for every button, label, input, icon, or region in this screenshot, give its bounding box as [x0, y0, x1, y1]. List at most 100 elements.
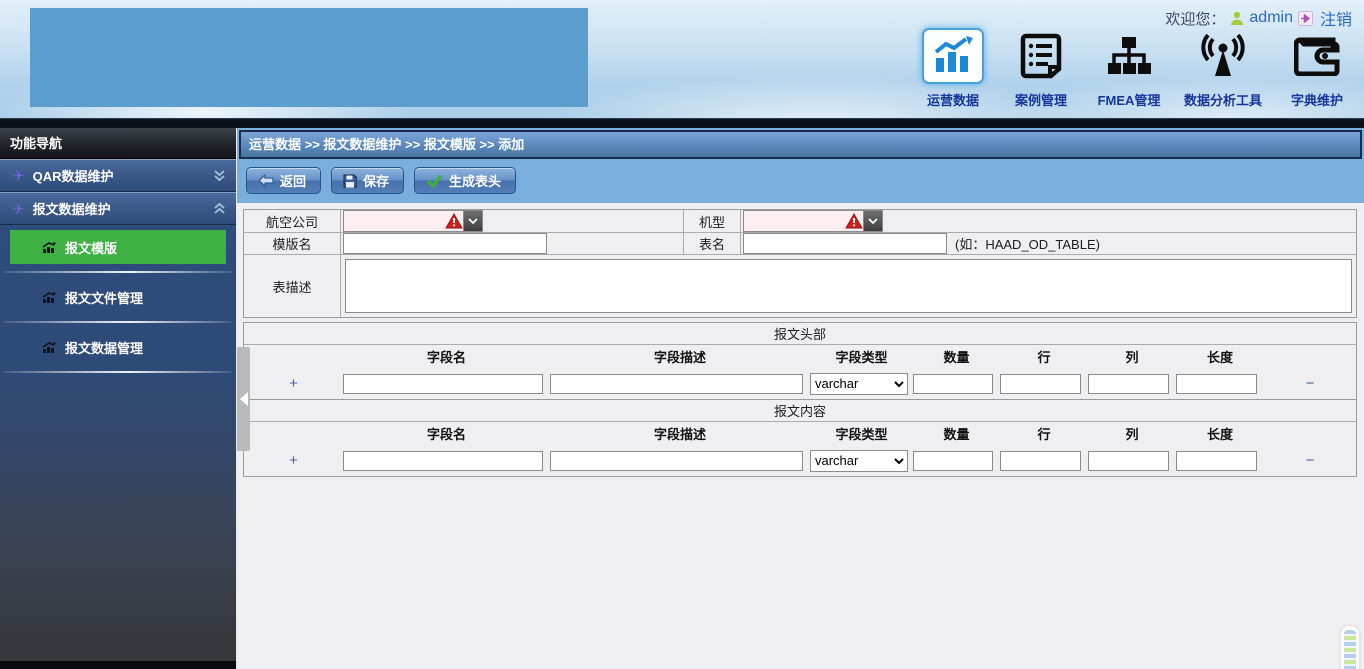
- save-button[interactable]: 保存: [331, 167, 404, 194]
- main-area: 运营数据 >> 报文数据维护 >> 报文模版 >> 添加 返回 保存: [237, 128, 1364, 669]
- save-button-label: 保存: [363, 171, 389, 190]
- sidebar-collapse-handle[interactable]: [237, 347, 250, 451]
- section-column-headers: 字段名 字段描述 字段类型 数量 行 列 长度: [244, 345, 1356, 368]
- page: 欢迎您： admin 注销: [0, 0, 1364, 669]
- col-field-type: 字段类型: [810, 345, 913, 368]
- field-name-input[interactable]: [343, 374, 543, 394]
- header-divider-strip: [0, 118, 1364, 128]
- logout-icon[interactable]: [1298, 11, 1313, 26]
- sidebar-bottom-strip: [0, 661, 236, 669]
- col-field-description: 字段描述: [550, 345, 810, 368]
- nav-data-analysis-tools[interactable]: 数据分析工具: [1184, 28, 1262, 109]
- mini-chart-icon: [42, 291, 56, 303]
- spacer: [244, 345, 343, 368]
- sidebar: 功能导航 ✈ QAR数据维护 ✈ 报文数据维护: [0, 128, 237, 669]
- airline-field-cell: [341, 210, 684, 233]
- collapse-left-arrow-icon: [240, 392, 248, 406]
- length-input[interactable]: [1176, 451, 1257, 471]
- quantity-input[interactable]: [913, 451, 993, 471]
- col-quantity: 数量: [913, 422, 1000, 445]
- welcome-label: 欢迎您：: [1165, 8, 1225, 29]
- aircraft-type-label: 机型: [684, 210, 741, 233]
- header: 欢迎您： admin 注销: [0, 0, 1364, 118]
- dropdown-arrow-icon[interactable]: [463, 211, 482, 231]
- save-floppy-icon: [343, 174, 357, 188]
- nav-label: 数据分析工具: [1184, 90, 1262, 109]
- submenu-divider: [4, 271, 232, 273]
- sidebar-group-qar[interactable]: ✈ QAR数据维护: [0, 159, 236, 192]
- col-field-name: 字段名: [343, 422, 550, 445]
- remove-row-button[interactable]: −: [1264, 375, 1356, 392]
- aircraft-type-field-cell: [741, 210, 1356, 233]
- section-column-headers: 字段名 字段描述 字段类型 数量 行 列 长度: [244, 422, 1356, 445]
- field-name-input[interactable]: [343, 451, 543, 471]
- add-row-button[interactable]: +: [244, 375, 343, 392]
- sidebar-item-label: 报文数据管理: [65, 338, 143, 357]
- sidebar-item-label: 报文模版: [65, 238, 117, 257]
- col-column: 列: [1088, 422, 1176, 445]
- field-type-select[interactable]: varchar: [810, 450, 908, 472]
- quantity-input[interactable]: [913, 374, 993, 394]
- template-name-field-cell: [341, 233, 684, 255]
- field-description-input[interactable]: [550, 374, 803, 394]
- app-icon-strip: 运营数据 案例管理: [920, 28, 1350, 109]
- col-row: 行: [1000, 345, 1088, 368]
- message-content-section: 报文内容 字段名 字段描述 字段类型 数量 行 列 长度 +: [243, 400, 1357, 477]
- airplane-icon: ✈: [12, 167, 25, 185]
- sidebar-item-message-data-management[interactable]: 报文数据管理: [0, 330, 236, 364]
- col-column: 列: [1088, 345, 1176, 368]
- warning-triangle-icon: [445, 213, 463, 229]
- template-name-input[interactable]: [343, 233, 547, 254]
- field-row: + varchar −: [244, 445, 1356, 476]
- col-length: 长度: [1176, 345, 1264, 368]
- field-description-input[interactable]: [550, 451, 803, 471]
- airline-select[interactable]: [343, 210, 483, 232]
- nav-dictionary-maintenance[interactable]: 字典维护: [1284, 28, 1350, 109]
- scroll-indicator[interactable]: [1339, 624, 1361, 669]
- row-input[interactable]: [1000, 451, 1081, 471]
- section-title: 报文内容: [244, 400, 1356, 422]
- sidebar-group-message-data[interactable]: ✈ 报文数据维护: [0, 192, 236, 225]
- chevron-double-up-icon: [213, 202, 226, 215]
- generate-header-button-label: 生成表头: [449, 171, 501, 190]
- dropdown-arrow-icon[interactable]: [863, 211, 882, 231]
- remove-row-button[interactable]: −: [1264, 452, 1356, 469]
- logo-placeholder: [30, 8, 588, 107]
- hierarchy-icon: [1106, 28, 1152, 84]
- column-input[interactable]: [1088, 374, 1169, 394]
- airline-label: 航空公司: [244, 210, 341, 233]
- sidebar-item-message-template[interactable]: 报文模版: [10, 230, 226, 264]
- field-type-select[interactable]: varchar: [810, 373, 908, 395]
- section-title: 报文头部: [244, 323, 1356, 345]
- checkmark-icon: [426, 174, 443, 188]
- chevron-double-down-icon: [213, 169, 226, 182]
- back-button[interactable]: 返回: [246, 167, 321, 194]
- table-name-hint: (如：HAAD_OD_TABLE): [955, 234, 1100, 253]
- table-name-field-cell: (如：HAAD_OD_TABLE): [741, 233, 1356, 255]
- wallet-icon: [1294, 28, 1340, 84]
- breadcrumb: 运营数据 >> 报文数据维护 >> 报文模版 >> 添加: [239, 130, 1362, 159]
- message-header-section: 报文头部 字段名 字段描述 字段类型 数量 行 列 长度 +: [243, 322, 1357, 400]
- airplane-icon: ✈: [12, 200, 25, 218]
- length-input[interactable]: [1176, 374, 1257, 394]
- submenu-divider: [4, 321, 232, 323]
- table-description-textarea[interactable]: [345, 259, 1352, 313]
- col-row: 行: [1000, 422, 1088, 445]
- nav-operations-data[interactable]: 运营数据: [920, 28, 986, 109]
- add-row-button[interactable]: +: [244, 452, 343, 469]
- col-length: 长度: [1176, 422, 1264, 445]
- sidebar-item-label: 报文文件管理: [65, 288, 143, 307]
- aircraft-type-select[interactable]: [743, 210, 883, 232]
- sidebar-item-message-file-management[interactable]: 报文文件管理: [0, 280, 236, 314]
- mini-chart-icon: [42, 341, 56, 353]
- row-input[interactable]: [1000, 374, 1081, 394]
- nav-fmea-management[interactable]: FMEA管理: [1096, 28, 1162, 109]
- nav-case-management[interactable]: 案例管理: [1008, 28, 1074, 109]
- mini-chart-icon: [42, 241, 56, 253]
- toolbar: 返回 保存 生成表头: [239, 159, 1362, 203]
- antenna-icon: [1198, 28, 1248, 84]
- logout-link[interactable]: 注销: [1320, 6, 1352, 30]
- table-name-input[interactable]: [743, 233, 947, 254]
- generate-header-button[interactable]: 生成表头: [414, 167, 516, 194]
- column-input[interactable]: [1088, 451, 1169, 471]
